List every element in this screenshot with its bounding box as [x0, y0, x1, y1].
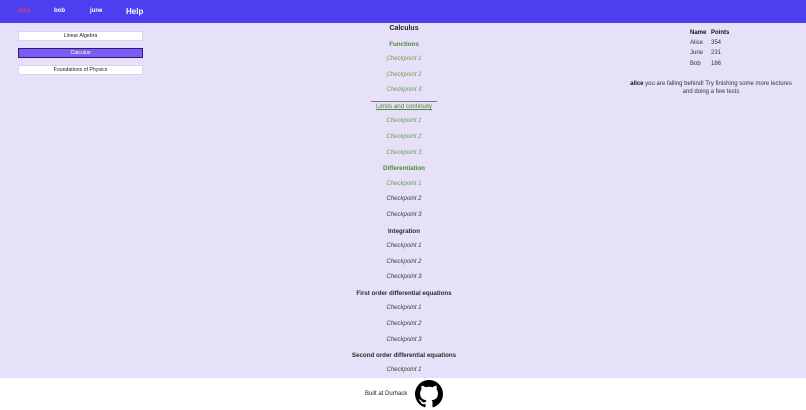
- topic-integration[interactable]: Integration: [284, 228, 524, 235]
- built-at-text: Built at Durhack: [365, 391, 408, 397]
- checkpoint-item[interactable]: Checkpoint 2: [284, 134, 524, 140]
- checkpoint-item[interactable]: Checkpoint 3: [284, 212, 524, 218]
- help-link[interactable]: Help: [126, 0, 143, 23]
- checkpoint-item[interactable]: Checkpoint 1: [284, 305, 524, 311]
- progress-message: alice you are falling behind! Try finish…: [628, 80, 794, 96]
- course-button-linear-algebra[interactable]: Linear Algebra: [18, 31, 143, 41]
- course-content: Calculus Functions Checkpoint 1 Checkpoi…: [284, 0, 524, 378]
- checkpoint-item[interactable]: Checkpoint 3: [284, 274, 524, 280]
- course-title: Calculus: [389, 25, 419, 32]
- leaderboard-row-name: Bob: [690, 61, 701, 67]
- checkpoint-item[interactable]: Checkpoint 2: [284, 259, 524, 265]
- footer: Built at Durhack: [0, 378, 806, 410]
- topic-functions[interactable]: Functions: [284, 41, 524, 48]
- leaderboard-row-name: June: [690, 50, 704, 56]
- nav-user-alice[interactable]: alice: [17, 0, 30, 23]
- checkpoint-item[interactable]: Checkpoint 1: [284, 56, 524, 62]
- leaderboard-header-name: Name: [690, 30, 707, 36]
- leaderboard-row-points: 354: [711, 40, 722, 46]
- leaderboard-row-points: 231: [711, 50, 722, 56]
- checkpoint-item[interactable]: Checkpoint 3: [284, 87, 524, 93]
- leaderboard-header-points: Points: [711, 30, 730, 36]
- course-button-calculus[interactable]: Calculus: [18, 48, 143, 58]
- leaderboard-row-points: 186: [711, 61, 722, 67]
- checkpoint-item[interactable]: Checkpoint 3: [284, 337, 524, 343]
- github-icon[interactable]: [415, 380, 443, 408]
- message-text: you are falling behind! Try finishing so…: [645, 81, 792, 95]
- checkpoint-item[interactable]: Checkpoint 2: [284, 196, 524, 202]
- topic-first-order-differential-equations[interactable]: First order differential equations: [284, 290, 524, 297]
- leaderboard-row-name: Alice: [690, 40, 704, 46]
- topic-second-order-differential-equations[interactable]: Second order differential equations: [284, 352, 524, 359]
- checkpoint-item[interactable]: Checkpoint 1: [284, 181, 524, 187]
- topic-differentiation[interactable]: Differentiation: [284, 165, 524, 172]
- topic-limits-and-continuity[interactable]: Limits and continuity: [284, 103, 524, 110]
- checkpoint-item[interactable]: Checkpoint 1: [284, 243, 524, 249]
- message-user: alice: [630, 81, 644, 87]
- divider: [371, 101, 437, 102]
- course-button-foundations-of-physics[interactable]: Foundations of Physics: [18, 65, 143, 75]
- checkpoint-item[interactable]: Checkpoint 2: [284, 321, 524, 327]
- checkpoint-item[interactable]: Checkpoint 2: [284, 72, 524, 78]
- checkpoint-item[interactable]: Checkpoint 1: [284, 118, 524, 124]
- nav-user-june[interactable]: june: [90, 0, 102, 23]
- checkpoint-item[interactable]: Checkpoint 3: [284, 150, 524, 156]
- nav-user-bob[interactable]: bob: [54, 0, 65, 23]
- checkpoint-item[interactable]: Checkpoint 1: [284, 367, 524, 373]
